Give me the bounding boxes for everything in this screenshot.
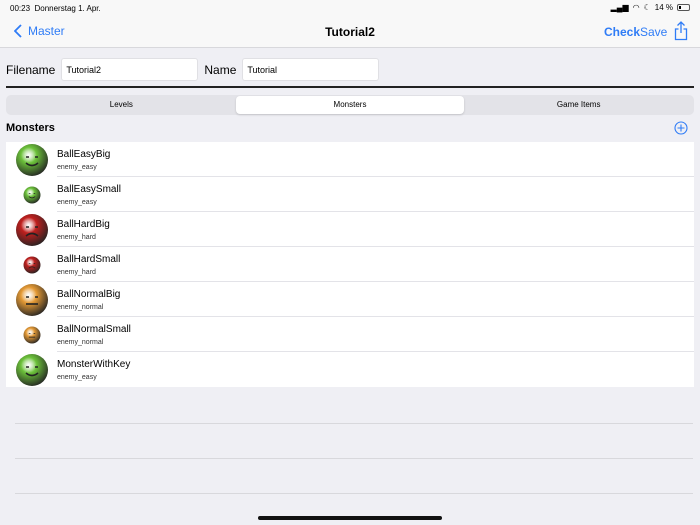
check-button[interactable]: Check	[604, 25, 640, 39]
navigation-bar: Master Tutorial2 Check Save	[0, 16, 700, 48]
status-bar: 00:23 Donnerstag 1. Apr. ▂▄▆ ◠ ☾ 14 %	[0, 0, 700, 16]
battery-percent: 14 %	[654, 3, 673, 12]
monster-name: BallHardBig	[57, 219, 110, 230]
name-label: Name	[204, 62, 237, 77]
empty-separator	[15, 458, 693, 459]
section-title: Monsters	[6, 122, 55, 134]
monster-name: BallEasyBig	[57, 149, 111, 160]
share-icon[interactable]	[674, 21, 688, 41]
filename-input[interactable]	[61, 58, 199, 81]
tab-monsters[interactable]: Monsters	[235, 96, 465, 114]
hard-ball-face-icon	[23, 256, 41, 273]
add-monster-button[interactable]	[674, 121, 688, 135]
list-item[interactable]: BallNormalSmall enemy_normal	[6, 317, 694, 352]
monster-name: BallNormalSmall	[57, 324, 131, 335]
save-button[interactable]: Save	[640, 25, 667, 39]
tab-game-items[interactable]: Game Items	[464, 96, 693, 114]
wifi-icon: ◠	[632, 3, 640, 12]
monster-type: enemy_easy	[57, 374, 97, 381]
signal-icon: ▂▄▆	[610, 3, 629, 12]
status-date: Donnerstag 1. Apr.	[34, 4, 101, 13]
list-item[interactable]: BallHardBig enemy_hard	[6, 212, 694, 247]
monster-type: enemy_normal	[57, 339, 104, 346]
monster-list: BallEasyBig enemy_easy BallEasySmall ene…	[6, 142, 694, 387]
segmented-control: Levels Monsters Game Items	[6, 95, 694, 115]
monster-name: BallHardSmall	[57, 254, 121, 265]
normal-ball-face-icon	[23, 326, 41, 343]
monster-type: enemy_hard	[57, 269, 96, 276]
home-indicator[interactable]	[258, 516, 442, 520]
list-item[interactable]: BallNormalBig enemy_normal	[6, 282, 694, 317]
easy-ball-face-icon	[23, 186, 41, 203]
page-title: Tutorial2	[325, 25, 375, 39]
monster-type: enemy_hard	[57, 234, 96, 241]
file-form: Filename Name	[6, 58, 380, 81]
easy-ball-face-icon	[16, 143, 48, 176]
monster-name: BallEasySmall	[57, 184, 121, 195]
list-item[interactable]: MonsterWithKey enemy_easy	[6, 352, 694, 387]
battery-icon	[677, 4, 690, 11]
monster-type: enemy_easy	[57, 164, 97, 171]
monster-name: BallNormalBig	[57, 289, 121, 300]
list-item[interactable]: BallEasySmall enemy_easy	[6, 177, 694, 212]
easy-ball-face-icon	[16, 353, 48, 386]
empty-separator	[15, 493, 693, 494]
empty-separator	[15, 423, 693, 424]
status-time: 00:23	[10, 4, 31, 13]
tab-levels[interactable]: Levels	[7, 96, 236, 114]
monster-type: enemy_normal	[57, 304, 104, 311]
list-item[interactable]: BallEasyBig enemy_easy	[6, 142, 694, 177]
name-input[interactable]	[242, 58, 380, 81]
filename-label: Filename	[6, 62, 56, 77]
moon-icon: ☾	[643, 3, 651, 12]
hard-ball-face-icon	[16, 213, 48, 246]
divider	[6, 86, 694, 88]
monster-type: enemy_easy	[57, 199, 97, 206]
list-item[interactable]: BallHardSmall enemy_hard	[6, 247, 694, 282]
normal-ball-face-icon	[16, 283, 48, 316]
monster-name: MonsterWithKey	[57, 359, 131, 370]
